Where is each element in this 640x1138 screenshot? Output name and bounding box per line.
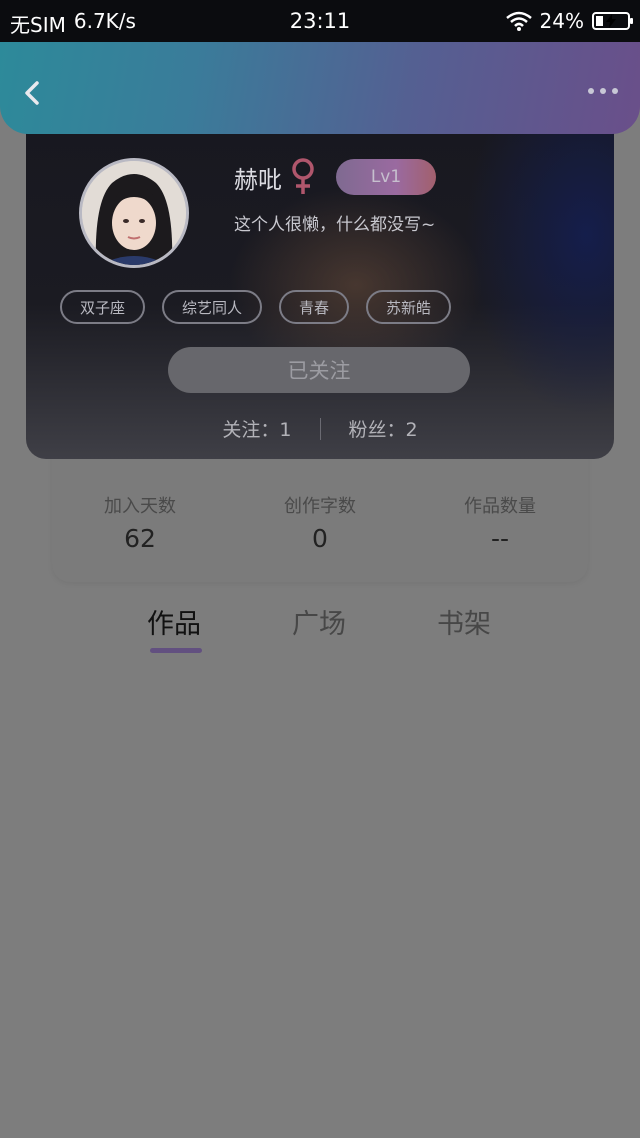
stat-label: 加入天数	[104, 496, 176, 517]
dot	[612, 88, 618, 94]
tab-bar: 作品 广场 书架	[0, 598, 640, 658]
stat-works-count: 作品数量 --	[420, 492, 580, 553]
tag-item[interactable]: 青春	[279, 290, 350, 324]
status-right: 24%	[505, 9, 633, 33]
dot	[600, 88, 606, 94]
bio-text: 这个人很懒，什么都没写~	[234, 215, 436, 235]
battery-percent: 24%	[539, 9, 584, 33]
tab-square[interactable]: 广场	[292, 602, 346, 641]
stat-word-count: 创作字数 0	[240, 492, 400, 553]
more-dots-icon[interactable]	[588, 88, 618, 94]
dot	[588, 88, 594, 94]
stat-label: 作品数量	[464, 496, 536, 517]
username: 赫吡	[234, 165, 282, 194]
profile-card: 赫吡 Lv1 这个人很懒，什么都没写~ 双子座 综艺同人 青春 苏新皓 已关注 …	[26, 115, 614, 459]
stat-join-days: 加入天数 62	[60, 492, 220, 553]
stat-value: --	[490, 524, 510, 553]
profile-header	[0, 42, 640, 134]
active-tab-indicator	[150, 648, 202, 653]
stats-card: 加入天数 62 创作字数 0 作品数量 --	[52, 440, 588, 582]
follow-button[interactable]: 已关注	[168, 347, 470, 393]
tag-item[interactable]: 双子座	[60, 290, 146, 324]
tag-item[interactable]: 苏新皓	[366, 290, 452, 324]
battery-icon	[592, 12, 633, 30]
stat-value: 0	[312, 524, 328, 553]
name-row: 赫吡 Lv1	[234, 158, 436, 196]
chevron-left-icon[interactable]	[18, 78, 48, 108]
level-badge: Lv1	[336, 159, 436, 195]
avatar[interactable]	[79, 158, 189, 268]
stat-label: 创作字数	[284, 496, 356, 517]
follow-stats: 关注：1 粉丝：2	[26, 415, 614, 442]
tab-bookshelf[interactable]: 书架	[437, 602, 491, 641]
divider	[319, 417, 321, 440]
tag-item[interactable]: 综艺同人	[162, 290, 263, 324]
battery-fill	[596, 16, 603, 26]
tab-works[interactable]: 作品	[147, 602, 201, 641]
tag-list: 双子座 综艺同人 青春 苏新皓	[60, 290, 452, 324]
avatar-image	[82, 161, 186, 265]
stat-value: 62	[124, 524, 156, 553]
status-bar: 无SIM 6.7K/s 23:11 24%	[0, 0, 640, 44]
charging-bolt-icon	[606, 14, 616, 28]
following-count[interactable]: 关注：1	[222, 415, 291, 442]
wifi-icon	[505, 11, 532, 31]
followers-count[interactable]: 粉丝：2	[349, 415, 418, 442]
female-icon	[292, 158, 314, 194]
